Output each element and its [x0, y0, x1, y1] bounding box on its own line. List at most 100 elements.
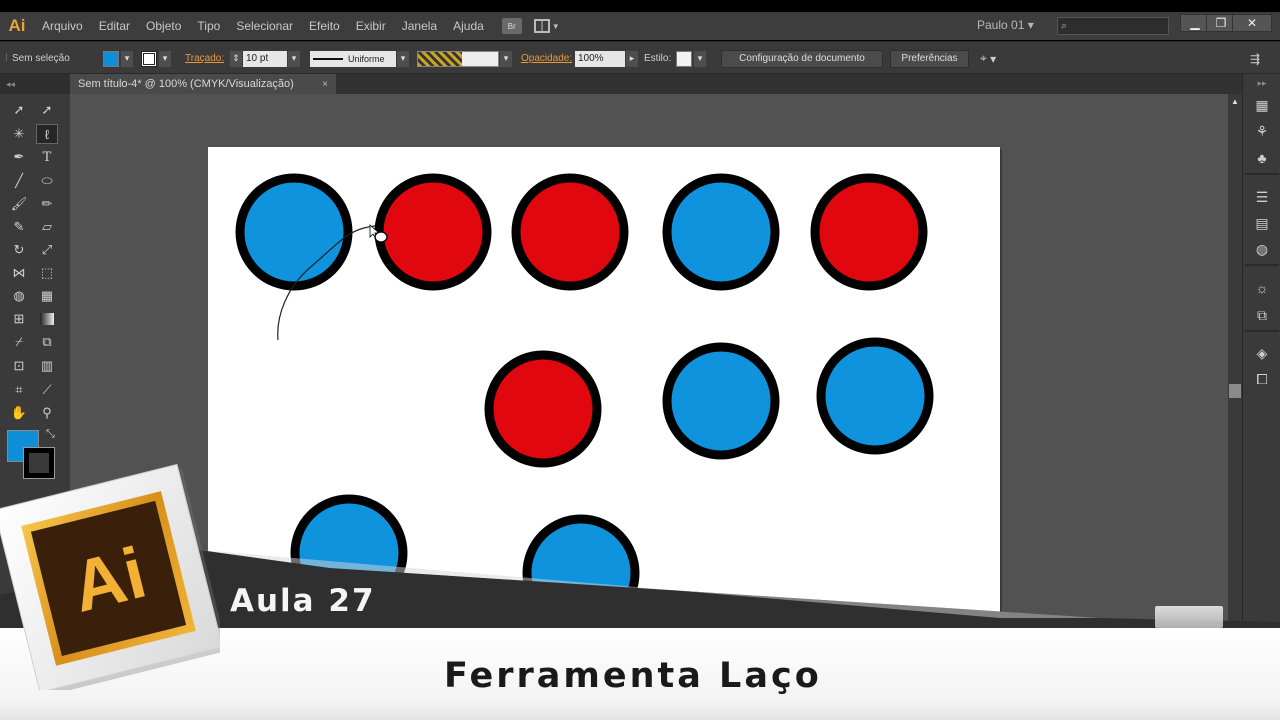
- menu-exibir[interactable]: Exibir: [348, 12, 394, 40]
- close-tab-icon[interactable]: ×: [322, 79, 328, 90]
- zoom-tool-icon[interactable]: ⚲: [36, 403, 58, 423]
- transparency-panel-icon[interactable]: ◍: [1252, 240, 1272, 258]
- mesh-tool-icon[interactable]: ⊞: [8, 309, 30, 329]
- menu-selecionar[interactable]: Selecionar: [228, 12, 301, 40]
- hand-tool-icon[interactable]: ✋: [8, 403, 30, 423]
- free-transform-tool-icon[interactable]: ⬚: [36, 263, 58, 283]
- rotate-tool-icon[interactable]: ↻: [8, 240, 30, 260]
- blob-brush-tool-icon[interactable]: ✎: [8, 217, 30, 237]
- stroke-stepper[interactable]: ⇕: [230, 50, 242, 67]
- circle-red[interactable]: [810, 173, 928, 291]
- document-tab[interactable]: Sem título-4* @ 100% (CMYK/Visualização)…: [70, 74, 336, 94]
- selection-tool-icon[interactable]: ➚: [8, 100, 30, 120]
- menu-tipo[interactable]: Tipo: [189, 12, 228, 40]
- circle-red[interactable]: [484, 350, 602, 468]
- close-button[interactable]: ✕: [1232, 14, 1272, 32]
- preferences-button[interactable]: Preferências: [890, 49, 969, 68]
- search-input[interactable]: ⌕: [1057, 17, 1169, 35]
- user-menu[interactable]: Paulo 01 ▾: [977, 18, 1034, 32]
- paintbrush-tool-icon[interactable]: 🖌: [8, 194, 30, 214]
- shape-builder-tool-icon[interactable]: ◍: [8, 286, 30, 306]
- eyedropper-tool-icon[interactable]: ⌿: [8, 332, 30, 352]
- pen-tool-icon[interactable]: ✒: [8, 147, 30, 167]
- circle-blue[interactable]: [816, 337, 934, 455]
- type-tool-icon[interactable]: T: [36, 147, 58, 167]
- document-tab-bar: Sem título-4* @ 100% (CMYK/Visualização)…: [70, 74, 1242, 94]
- tools-header: ◂◂: [0, 74, 70, 94]
- graphic-styles-icon[interactable]: ⧉: [1252, 306, 1272, 324]
- swap-fill-stroke-icon[interactable]: ⤡: [46, 428, 55, 441]
- slice-tool-icon[interactable]: ⟋: [36, 380, 58, 400]
- gradient-icon: [40, 313, 54, 325]
- style-dropdown[interactable]: ▾: [694, 50, 706, 67]
- opacity-field[interactable]: 100%: [575, 50, 625, 67]
- chevron-down-icon: ▼: [551, 21, 560, 31]
- panel-menu-icon[interactable]: ⇶: [1250, 42, 1260, 75]
- ellipse-tool-icon[interactable]: ⬭: [36, 171, 58, 191]
- circle-blue[interactable]: [662, 342, 780, 460]
- stroke-dropdown[interactable]: ▾: [159, 50, 171, 67]
- eraser-tool-icon[interactable]: ▱: [36, 217, 58, 237]
- width-tool-icon[interactable]: ⋈: [8, 263, 30, 283]
- stroke-panel-icon[interactable]: ☰: [1252, 188, 1272, 206]
- appearance-panel-icon[interactable]: ☼: [1252, 279, 1272, 297]
- blend-tool-icon[interactable]: ⧉: [36, 332, 58, 352]
- chevron-down-icon: ▾: [990, 51, 997, 66]
- menu-editar[interactable]: Editar: [91, 12, 138, 40]
- graphic-style-swatch[interactable]: [676, 50, 692, 67]
- brushes-icon[interactable]: ⚘: [1252, 122, 1272, 140]
- circle-red[interactable]: [511, 173, 629, 291]
- symbols-icon[interactable]: ♣: [1252, 149, 1272, 167]
- style-label: Estilo:: [644, 53, 672, 64]
- fill-color-swatch[interactable]: [103, 50, 119, 67]
- stroke-weight-field[interactable]: 10 pt: [243, 50, 287, 67]
- stroke-profile-dropdown[interactable]: ▾: [397, 50, 409, 67]
- stroke-profile-field[interactable]: Uniforme: [310, 50, 396, 67]
- fill-dropdown[interactable]: ▾: [121, 50, 133, 67]
- menu-objeto[interactable]: Objeto: [138, 12, 189, 40]
- menu-ajuda[interactable]: Ajuda: [445, 12, 492, 40]
- panel-divider: [1245, 173, 1279, 175]
- collapse-icon[interactable]: ◂◂: [6, 79, 15, 89]
- stroke-profile-label: Uniforme: [348, 53, 385, 64]
- scrollbar-thumb[interactable]: [1229, 384, 1241, 398]
- circle-blue[interactable]: [235, 173, 353, 291]
- gradient-panel-icon[interactable]: ▤: [1252, 214, 1272, 232]
- document-setup-button[interactable]: Configuração de documento: [721, 49, 883, 68]
- pencil-tool-icon[interactable]: ✏: [36, 194, 58, 214]
- menu-efeito[interactable]: Efeito: [301, 12, 348, 40]
- circle-blue[interactable]: [662, 173, 780, 291]
- arrange-icon: [533, 19, 550, 33]
- circle-red[interactable]: [374, 173, 492, 291]
- menu-janela[interactable]: Janela: [394, 12, 445, 40]
- scale-tool-icon[interactable]: ⤢: [36, 240, 58, 260]
- scroll-up-icon[interactable]: ▲: [1231, 97, 1239, 106]
- arrange-documents-button[interactable]: ▼: [533, 17, 562, 35]
- opacity-label[interactable]: Opacidade:: [521, 53, 572, 64]
- opacity-dropdown[interactable]: ▸: [626, 50, 638, 67]
- stroke-color-swatch[interactable]: [141, 50, 157, 67]
- brush-dropdown[interactable]: ▾: [500, 50, 512, 67]
- symbol-sprayer-tool-icon[interactable]: ⊡: [8, 356, 30, 376]
- arrange-options-button[interactable]: ⌖ ▾: [980, 42, 996, 75]
- perspective-grid-tool-icon[interactable]: ▦: [36, 286, 58, 306]
- gradient-tool-icon[interactable]: [36, 309, 58, 329]
- magic-wand-tool-icon[interactable]: ✳: [8, 124, 30, 144]
- color-guide-icon[interactable]: ▦: [1252, 96, 1272, 114]
- watermark-icon: [1155, 606, 1223, 628]
- brush-definition-field[interactable]: [417, 50, 499, 67]
- layers-panel-icon[interactable]: ◈: [1252, 344, 1272, 362]
- artboards-panel-icon[interactable]: ⧠: [1252, 370, 1272, 388]
- menu-arquivo[interactable]: Arquivo: [34, 12, 91, 40]
- direct-selection-tool-icon[interactable]: ➚: [36, 100, 58, 120]
- panel-divider: [1245, 264, 1279, 266]
- lesson-title: Ferramenta Laço: [444, 656, 822, 696]
- column-graph-tool-icon[interactable]: ▥: [36, 356, 58, 376]
- stroke-weight-dropdown[interactable]: ▾: [288, 50, 300, 67]
- expand-panels-icon[interactable]: ▸▸: [1252, 74, 1272, 92]
- lasso-tool-icon[interactable]: ℓ: [36, 124, 58, 144]
- bridge-button[interactable]: Br: [501, 18, 522, 34]
- stroke-label[interactable]: Traçado:: [185, 53, 224, 64]
- artboard-tool-icon[interactable]: ⌗: [8, 380, 30, 400]
- line-tool-icon[interactable]: ╱: [8, 171, 30, 191]
